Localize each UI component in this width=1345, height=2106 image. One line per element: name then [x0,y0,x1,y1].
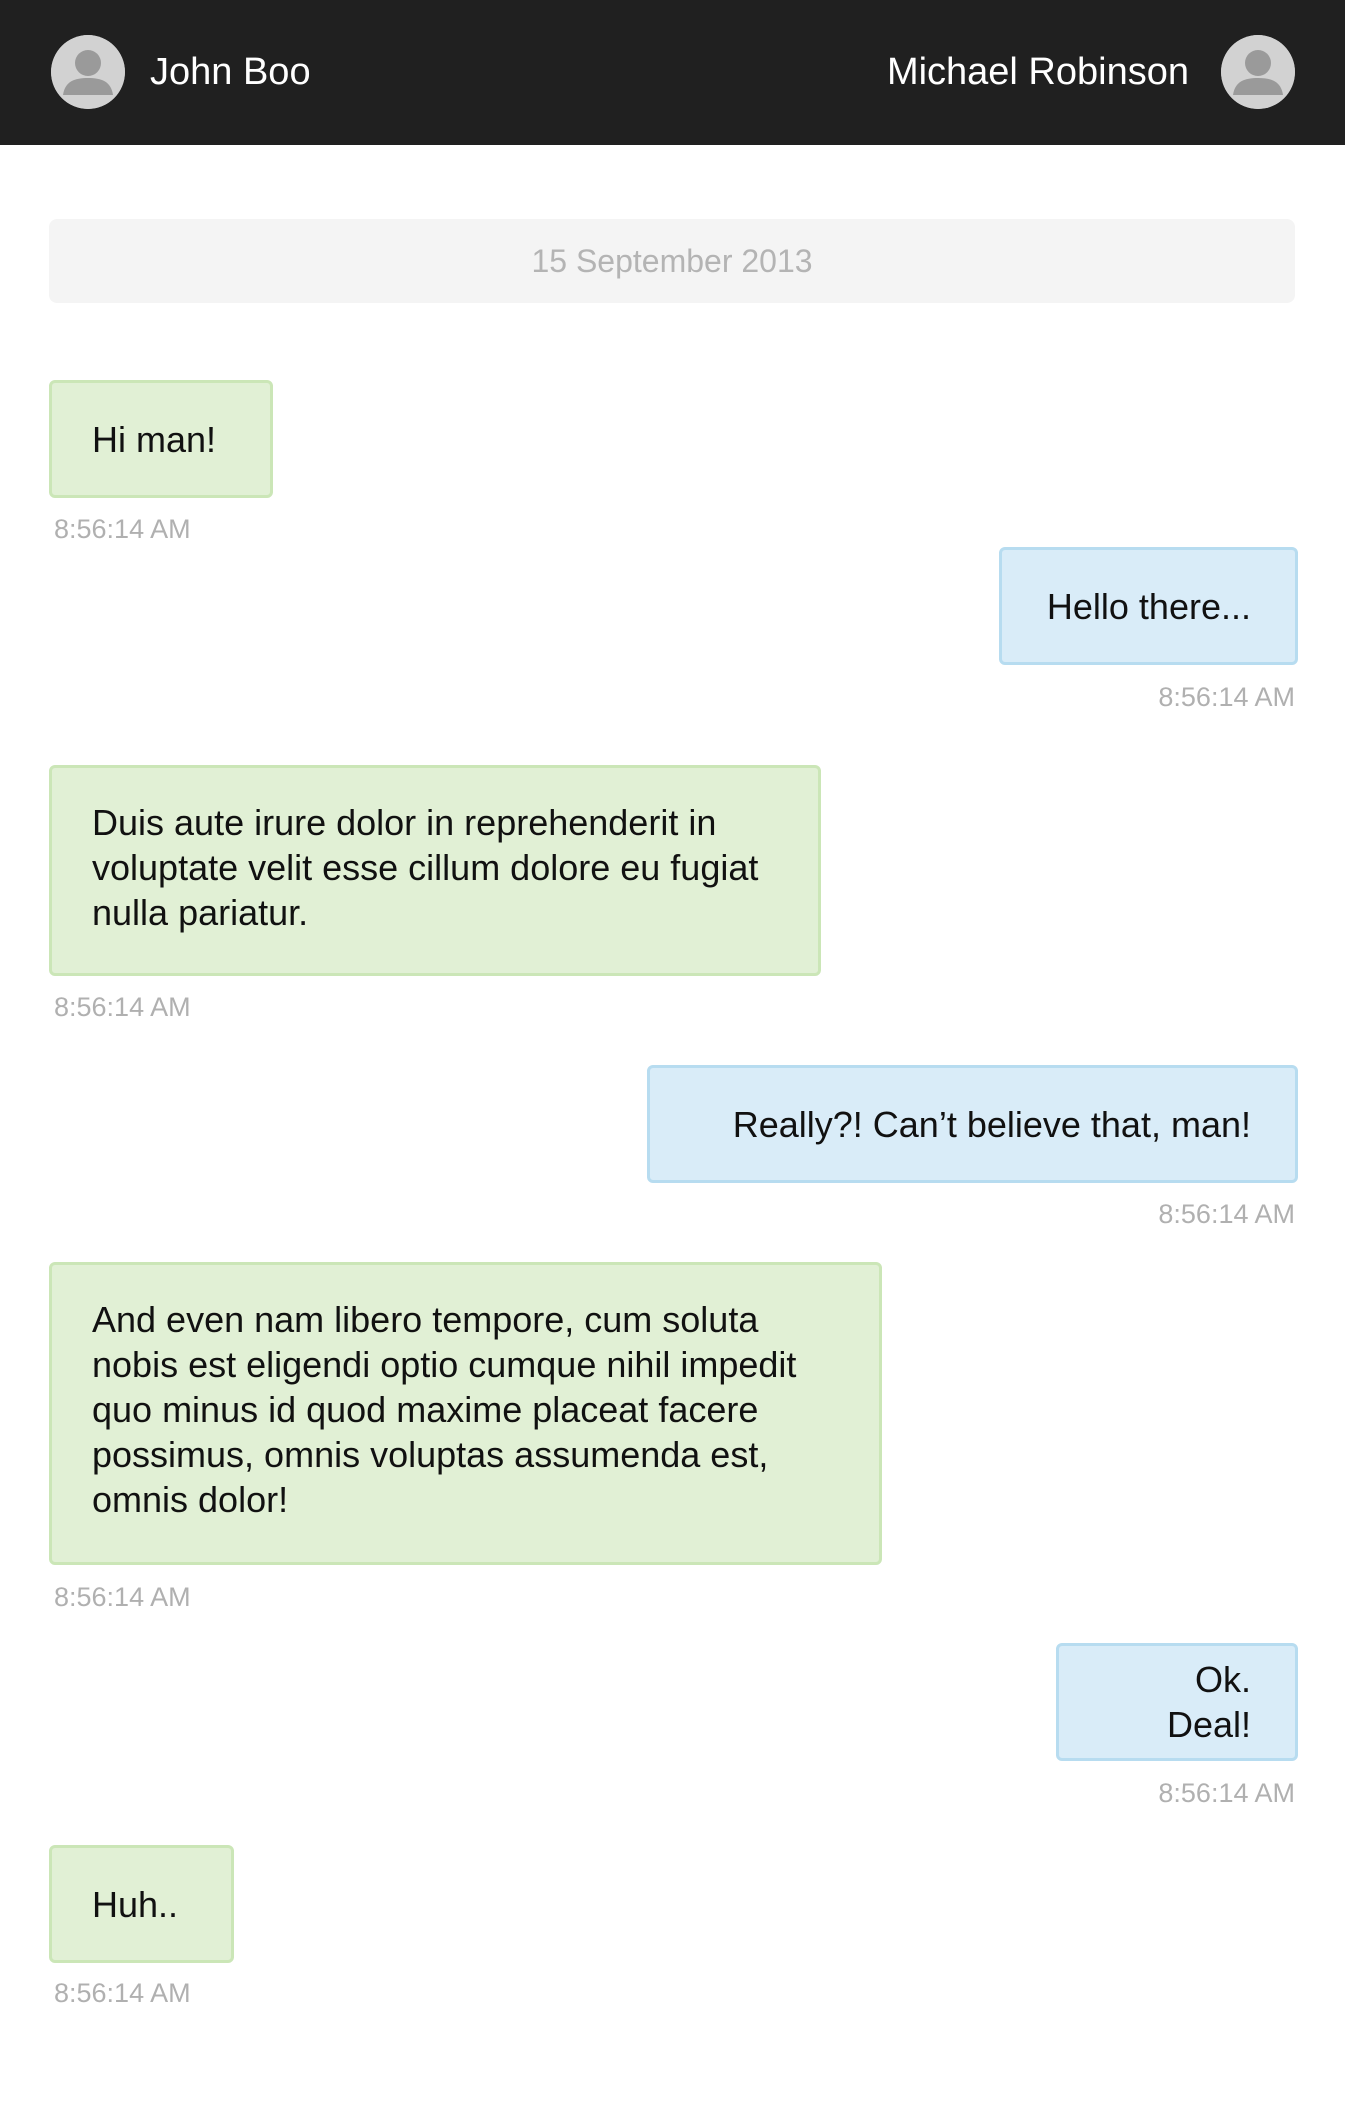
message-timestamp: 8:56:14 AM [54,1582,191,1612]
message-text: Really?! Can’t believe that, man! [732,1103,1251,1145]
message-bubble-incoming[interactable]: Hi man! [49,380,273,498]
message-timestamp: 8:56:14 AM [54,992,191,1022]
left-user-name: John Boo [150,51,311,93]
chat-header: John Boo Michael Robinson [0,0,1345,145]
message-text: Hi man! [92,418,217,460]
message-text: Hello there... [1046,585,1251,627]
message-timestamp: 8:56:14 AM [1158,1199,1295,1229]
message-bubble-incoming[interactable]: And even nam libero tempore, cum soluta … [49,1262,882,1565]
left-user-avatar[interactable] [51,35,125,109]
date-separator: 15 September 2013 [49,219,1295,303]
message-timestamp: 8:56:14 AM [1158,1778,1295,1808]
message-bubble-incoming[interactable]: Huh.. [49,1845,234,1963]
message-text: Ok. Deal! [1166,1659,1251,1745]
user-silhouette-icon [51,35,125,109]
message-timestamp: 8:56:14 AM [54,514,191,544]
message-bubble-outgoing[interactable]: Hello there... [999,547,1298,665]
message-timestamp: 8:56:14 AM [54,1978,191,2008]
message-text: Duis aute irure dolor in reprehenderit i… [92,802,759,933]
right-user-name: Michael Robinson [886,51,1189,93]
message-text: And even nam libero tempore, cum soluta … [92,1299,797,1520]
message-bubble-outgoing[interactable]: Ok. Deal! [1056,1643,1298,1761]
message-bubble-outgoing[interactable]: Really?! Can’t believe that, man! [647,1065,1298,1183]
user-silhouette-icon [1221,35,1295,109]
message-text: Huh.. [92,1883,179,1925]
message-timestamp: 8:56:14 AM [1158,682,1295,712]
right-user-avatar[interactable] [1221,35,1295,109]
message-bubble-incoming[interactable]: Duis aute irure dolor in reprehenderit i… [49,765,821,976]
